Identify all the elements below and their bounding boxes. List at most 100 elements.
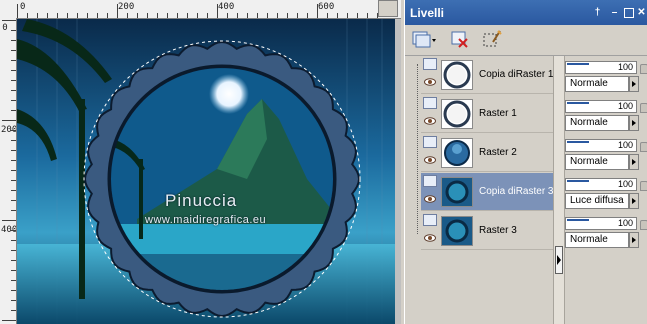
palette-toolbar bbox=[405, 25, 647, 56]
close-icon[interactable]: ✕ bbox=[636, 7, 647, 18]
blend-dropdown-arrow-icon[interactable] bbox=[629, 76, 639, 92]
palette-title-bar[interactable]: Livelli † – ✕ bbox=[405, 0, 647, 25]
ruler-tick bbox=[11, 230, 16, 231]
ruler-tick bbox=[11, 290, 16, 291]
opacity-value: 100 bbox=[617, 62, 633, 72]
ruler-tick bbox=[367, 13, 368, 18]
layer-type-icon bbox=[423, 136, 437, 148]
blend-mode-select[interactable]: Luce diffusa bbox=[565, 193, 629, 209]
layer-row[interactable]: Copia diRaster 3 bbox=[421, 173, 559, 211]
restore-icon[interactable] bbox=[624, 8, 634, 18]
ruler-tick bbox=[11, 90, 16, 91]
ruler-tick bbox=[257, 13, 258, 18]
ruler-tick bbox=[11, 80, 16, 81]
opacity-slider[interactable]: 100 bbox=[565, 100, 637, 113]
visibility-eye-icon[interactable] bbox=[424, 156, 436, 164]
ruler-tick bbox=[11, 310, 16, 311]
left-ruler: 0 200 400 bbox=[0, 18, 17, 324]
ruler-tick bbox=[11, 210, 16, 211]
visibility-eye-icon[interactable] bbox=[424, 234, 436, 242]
blend-mode-select[interactable]: Normale bbox=[565, 115, 629, 131]
lock-icon[interactable] bbox=[640, 181, 647, 191]
ruler-tick bbox=[307, 13, 308, 18]
ruler-tick bbox=[37, 13, 38, 18]
layer-row[interactable]: Raster 1 bbox=[421, 95, 559, 133]
opacity-fill bbox=[567, 180, 589, 182]
opacity-slider[interactable]: 100 bbox=[565, 61, 637, 74]
ruler-tick bbox=[247, 13, 248, 18]
scroll-corner-button[interactable] bbox=[378, 0, 398, 17]
opacity-slider[interactable]: 100 bbox=[565, 217, 637, 230]
ruler-tick bbox=[337, 13, 338, 18]
ruler-tick bbox=[11, 100, 16, 101]
ruler-label: 200 bbox=[118, 2, 135, 12]
ruler-tick bbox=[2, 120, 16, 121]
blend-dropdown-arrow-icon[interactable] bbox=[629, 232, 639, 248]
ruler-tick bbox=[11, 270, 16, 271]
blend-dropdown-arrow-icon[interactable] bbox=[629, 115, 639, 131]
ruler-tick bbox=[11, 280, 16, 281]
ruler-label: 600 bbox=[318, 2, 335, 12]
ruler-tick bbox=[11, 40, 16, 41]
ruler-tick bbox=[47, 13, 48, 18]
opacity-slider[interactable]: 100 bbox=[565, 139, 637, 152]
ruler-tick bbox=[187, 13, 188, 18]
lock-icon[interactable] bbox=[640, 220, 647, 230]
visibility-eye-icon[interactable] bbox=[424, 195, 436, 203]
ruler-tick bbox=[107, 13, 108, 18]
ruler-tick bbox=[277, 13, 278, 18]
opacity-value: 100 bbox=[617, 101, 633, 111]
layer-row[interactable]: Raster 2 bbox=[421, 134, 559, 172]
ruler-tick bbox=[147, 13, 148, 18]
layer-list: Copia diRaster 1 Raster 1 Raster 2 Copia di… bbox=[411, 56, 561, 324]
ruler-label: 200 bbox=[1, 125, 17, 135]
edit-selection-button[interactable] bbox=[481, 28, 503, 50]
ruler-tick bbox=[197, 13, 198, 18]
panel-splitter[interactable] bbox=[553, 56, 565, 324]
layer-name: Raster 1 bbox=[479, 108, 517, 119]
lock-icon[interactable] bbox=[640, 103, 647, 113]
new-layer-icon bbox=[412, 31, 436, 48]
ruler-tick bbox=[11, 250, 16, 251]
ruler-tick bbox=[11, 110, 16, 111]
blend-dropdown-arrow-icon[interactable] bbox=[629, 154, 639, 170]
ruler-tick bbox=[11, 160, 16, 161]
minimize-icon[interactable]: – bbox=[609, 7, 620, 18]
ruler-tick bbox=[2, 20, 16, 21]
new-layer-button[interactable] bbox=[411, 28, 437, 50]
ruler-tick bbox=[97, 13, 98, 18]
blend-mode-select[interactable]: Normale bbox=[565, 154, 629, 170]
blend-mode-select[interactable]: Normale bbox=[565, 76, 629, 92]
ruler-tick bbox=[11, 240, 16, 241]
lock-icon[interactable] bbox=[640, 64, 647, 74]
opacity-slider[interactable]: 100 bbox=[565, 178, 637, 191]
blend-mode-select[interactable]: Normale bbox=[565, 232, 629, 248]
delete-layer-button[interactable] bbox=[449, 28, 471, 50]
opacity-value: 100 bbox=[617, 179, 633, 189]
dropdown-arrow-icon bbox=[432, 39, 436, 42]
ruler-label: 400 bbox=[218, 2, 235, 12]
layer-thumbnail bbox=[441, 177, 473, 207]
pin-icon[interactable]: † bbox=[592, 7, 603, 18]
ruler-tick bbox=[87, 13, 88, 18]
ruler-tick bbox=[11, 190, 16, 191]
blend-dropdown-arrow-icon[interactable] bbox=[629, 193, 639, 209]
canvas-image[interactable]: Pinuccia www.maidiregrafica.eu bbox=[17, 19, 395, 324]
splitter-handle[interactable] bbox=[555, 246, 563, 274]
ruler-tick bbox=[27, 13, 28, 18]
lock-icon[interactable] bbox=[640, 142, 647, 152]
layer-row[interactable]: Raster 3 bbox=[421, 212, 559, 250]
group-tree-line bbox=[417, 64, 419, 234]
opacity-value: 100 bbox=[617, 218, 633, 228]
ruler-tick bbox=[17, 4, 18, 18]
layer-properties: 100 Normale bbox=[565, 59, 647, 98]
opacity-fill bbox=[567, 219, 589, 221]
visibility-eye-icon[interactable] bbox=[424, 78, 436, 86]
visibility-eye-icon[interactable] bbox=[424, 117, 436, 125]
layer-row[interactable]: Copia diRaster 1 bbox=[421, 56, 559, 94]
opacity-value: 100 bbox=[617, 140, 633, 150]
expand-arrow-icon bbox=[557, 255, 561, 265]
ruler-tick bbox=[167, 13, 168, 18]
opacity-fill bbox=[567, 102, 589, 104]
ruler-tick bbox=[11, 140, 16, 141]
